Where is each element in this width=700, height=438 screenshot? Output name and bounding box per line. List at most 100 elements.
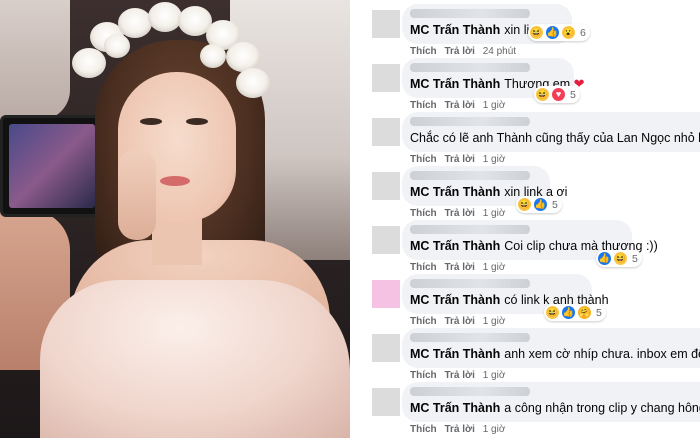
- phone-screen: [9, 124, 95, 208]
- mention-tag[interactable]: MC Trấn Thành: [410, 23, 500, 37]
- neck: [152, 215, 202, 265]
- timestamp[interactable]: 1 giờ: [483, 370, 506, 381]
- reaction-summary[interactable]: 😆 👍 😮 6: [528, 24, 590, 41]
- comment-bubble: Chắc có lẽ anh Thành cũng thấy của Lan N…: [402, 112, 700, 152]
- crown-flower: [200, 44, 226, 68]
- avatar[interactable]: [372, 388, 400, 416]
- author-name-blurred: [410, 333, 530, 342]
- like-link[interactable]: Thích: [410, 154, 437, 165]
- like-reaction-icon: 👍: [598, 252, 611, 265]
- like-link[interactable]: Thích: [410, 316, 437, 327]
- comment-bubble: MC Trấn Thành anh xem cờ nhíp chưa. inbox…: [402, 328, 700, 368]
- wow-reaction-icon: 😮: [562, 26, 575, 39]
- timestamp[interactable]: 1 giờ: [483, 154, 506, 165]
- comment-text: MC Trấn Thành anh xem cờ nhíp chưa. inbox…: [410, 347, 700, 361]
- background-person: [0, 0, 70, 120]
- like-link[interactable]: Thích: [410, 100, 437, 111]
- crown-flower: [72, 48, 106, 78]
- crown-flower: [148, 2, 182, 32]
- reaction-count: 5: [596, 306, 602, 319]
- mention-tag[interactable]: MC Trấn Thành: [410, 77, 500, 91]
- right-eye: [186, 118, 208, 125]
- like-reaction-icon: 👍: [562, 306, 575, 319]
- crown-flower: [104, 34, 130, 58]
- reply-link[interactable]: Trả lời: [444, 424, 474, 435]
- mention-tag[interactable]: MC Trấn Thành: [410, 185, 500, 199]
- timestamp[interactable]: 1 giờ: [483, 424, 506, 435]
- haha-reaction-icon: 😆: [530, 26, 543, 39]
- haha-reaction-icon: 😆: [518, 198, 531, 211]
- comment-item: MC Trấn Thành xin link a ơi 😆 👍 5 Thích T…: [352, 166, 700, 220]
- comments-panel: MC Trấn Thành xin link 😆 👍 😮 6 Thích Trả …: [352, 0, 700, 438]
- like-link[interactable]: Thích: [410, 262, 437, 273]
- comment-item: MC Trấn Thành a công nhận trong clip y ch…: [352, 382, 700, 436]
- comment-actions: Thích Trả lời 1 giờ: [410, 316, 510, 327]
- reply-link[interactable]: Trả lời: [444, 316, 474, 327]
- reaction-summary[interactable]: 😆 ♥ 5: [534, 86, 580, 103]
- timestamp[interactable]: 1 giờ: [483, 316, 506, 327]
- comment-actions: Thích Trả lời 1 giờ: [410, 208, 510, 219]
- timestamp[interactable]: 1 giờ: [483, 208, 506, 219]
- author-name-blurred: [410, 117, 530, 126]
- like-link[interactable]: Thích: [410, 208, 437, 219]
- avatar[interactable]: [372, 280, 400, 308]
- mention-tag[interactable]: MC Trấn Thành: [410, 347, 500, 361]
- reply-link[interactable]: Trả lời: [444, 208, 474, 219]
- timestamp[interactable]: 1 giờ: [483, 262, 506, 273]
- comment-actions: Thích Trả lời 24 phút: [410, 46, 521, 57]
- comment-text: MC Trấn Thành Coi clip chưa mà thương :)): [410, 239, 658, 253]
- haha-reaction-icon: 😆: [536, 88, 549, 101]
- like-link[interactable]: Thích: [410, 424, 437, 435]
- comment-item: Chắc có lẽ anh Thành cũng thấy của Lan N…: [352, 112, 700, 166]
- reaction-count: 5: [632, 252, 638, 265]
- avatar[interactable]: [372, 334, 400, 362]
- reaction-summary[interactable]: 😆 👍 5: [516, 196, 562, 213]
- reaction-count: 5: [570, 88, 576, 101]
- reaction-summary[interactable]: 😆 👍 🤗 5: [544, 304, 606, 321]
- timestamp[interactable]: 24 phút: [483, 46, 516, 57]
- avatar[interactable]: [372, 10, 400, 38]
- author-name-blurred: [410, 387, 530, 396]
- comment-actions: Thích Trả lời 1 giờ: [410, 100, 510, 111]
- phone-in-hand: [0, 115, 104, 217]
- reaction-summary[interactable]: 👍 😆 5: [596, 250, 642, 267]
- reply-link[interactable]: Trả lời: [444, 46, 474, 57]
- reaction-count: 5: [552, 198, 558, 211]
- left-eye: [140, 118, 162, 125]
- author-name-blurred: [410, 279, 530, 288]
- crown-flower: [118, 8, 152, 38]
- avatar[interactable]: [372, 64, 400, 92]
- avatar[interactable]: [372, 226, 400, 254]
- comment-actions: Thích Trả lời 1 giờ: [410, 154, 510, 165]
- comment-actions: Thích Trả lời 1 giờ: [410, 370, 510, 381]
- comment-actions: Thích Trả lời 1 giờ: [410, 262, 510, 273]
- mention-tag[interactable]: MC Trấn Thành: [410, 239, 500, 253]
- timestamp[interactable]: 1 giờ: [483, 100, 506, 111]
- post-photo[interactable]: [0, 0, 350, 438]
- love-reaction-icon: ♥: [552, 88, 565, 101]
- avatar[interactable]: [372, 118, 400, 146]
- like-reaction-icon: 👍: [546, 26, 559, 39]
- comment-item: MC Trấn Thành Coi clip chưa mà thương :))…: [352, 220, 700, 274]
- reaction-count: 6: [580, 26, 586, 39]
- reply-link[interactable]: Trả lời: [444, 100, 474, 111]
- haha-reaction-icon: 😆: [546, 306, 559, 319]
- reply-link[interactable]: Trả lời: [444, 262, 474, 273]
- comment-text: MC Trấn Thành a công nhận trong clip y ch…: [410, 401, 700, 415]
- author-name-blurred: [410, 63, 530, 72]
- reply-link[interactable]: Trả lời: [444, 154, 474, 165]
- mention-tag[interactable]: MC Trấn Thành: [410, 401, 500, 415]
- avatar[interactable]: [372, 172, 400, 200]
- like-link[interactable]: Thích: [410, 370, 437, 381]
- lips: [160, 176, 190, 186]
- like-link[interactable]: Thích: [410, 46, 437, 57]
- comment-actions: Thích Trả lời 1 giờ: [410, 424, 510, 435]
- care-reaction-icon: 🤗: [578, 306, 591, 319]
- reply-link[interactable]: Trả lời: [444, 370, 474, 381]
- mention-tag[interactable]: MC Trấn Thành: [410, 293, 500, 307]
- crown-flower: [236, 68, 270, 98]
- comment-text: Chắc có lẽ anh Thành cũng thấy của Lan N…: [410, 131, 700, 145]
- haha-reaction-icon: 😆: [614, 252, 627, 265]
- comment-item: MC Trấn Thành có link k anh thành 😆 👍 🤗 5…: [352, 274, 700, 328]
- hand-on-cheek: [118, 150, 156, 240]
